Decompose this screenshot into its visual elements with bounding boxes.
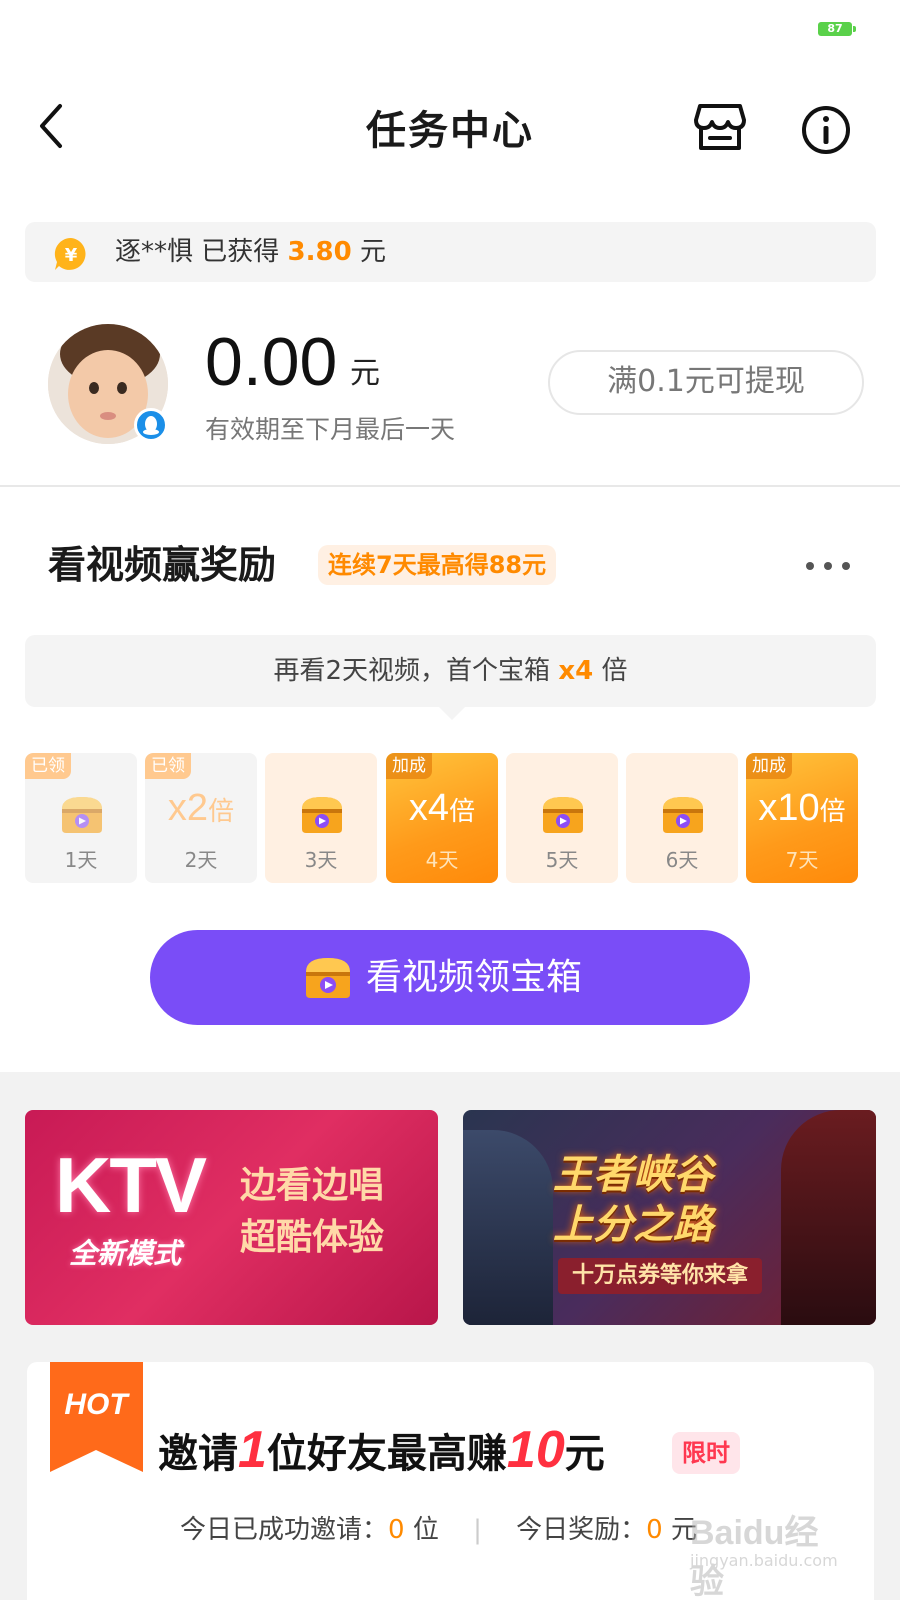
streak-tip: 再看2天视频，首个宝箱 x4 倍 [25, 635, 876, 707]
day-multiplier: x2倍 [145, 787, 257, 830]
game-subtitle: 十万点券等你来拿 [558, 1258, 763, 1294]
day-chest-7[interactable]: 加成 x10倍 7天 [746, 753, 858, 883]
ktv-slogan-line1: 边看边唱 [240, 1165, 385, 1206]
day-multiplier: x4倍 [386, 787, 498, 830]
day-label: 4天 [425, 848, 459, 872]
day-chest-3[interactable]: 3天 [265, 753, 377, 883]
day-multiplier: x10倍 [746, 787, 858, 830]
hero-figure-left [463, 1130, 553, 1325]
invite-title-a: 邀请 [158, 1431, 238, 1477]
day-multiplier-value: x2 [167, 787, 209, 829]
treasure-chest-icon [306, 958, 350, 998]
invite-title-c: 元 [564, 1431, 605, 1477]
day-chest-1[interactable]: 已领 1天 [25, 753, 137, 883]
day-chest-2[interactable]: 已领 x2倍 2天 [145, 753, 257, 883]
day-tag: 加成 [386, 753, 432, 779]
day-label: 7天 [785, 848, 819, 872]
day-label: 3天 [304, 848, 338, 872]
svg-text:¥: ¥ [65, 245, 78, 266]
qq-icon [134, 408, 168, 442]
game-banner[interactable]: 王者峡谷 上分之路 十万点券等你来拿 [463, 1110, 876, 1325]
expire-text: 有效期至下月最后一天 [205, 415, 456, 444]
invite-title: 邀请1位好友最高赚10元 [158, 1420, 605, 1484]
ticker-text: 逐**惧 已获得 3.80 元 [115, 232, 386, 272]
day-label: 6天 [665, 848, 699, 872]
ktv-banner[interactable]: KTV 全新模式 边看边唱 超酷体验 [25, 1110, 438, 1325]
day-multiplier-unit: 倍 [208, 796, 235, 826]
treasure-chest-icon [659, 793, 707, 835]
day-chest-5[interactable]: 5天 [506, 753, 618, 883]
day-label: 2天 [184, 848, 218, 872]
wallet-panel: 0.00 元 有效期至下月最后一天 满0.1元可提现 [0, 300, 900, 485]
baidu-watermark: Baidu经验 jingyan.baidu.com [690, 1505, 850, 1600]
coin-icon: ¥ [54, 237, 86, 270]
day-multiplier-unit: 倍 [449, 796, 476, 826]
day-tag: 已领 [145, 753, 191, 779]
stats-label-invites: 今日已成功邀请： [180, 1515, 389, 1545]
ktv-logo-subtext: 全新模式 [69, 1237, 182, 1270]
hot-ribbon: HOT [50, 1362, 143, 1472]
stats-invites-value: 0 [388, 1515, 405, 1545]
stats-separator: | [473, 1515, 482, 1545]
page-title: 任务中心 [366, 108, 534, 154]
tip-pointer [438, 706, 466, 720]
stats-label-reward: 今日奖励： [516, 1515, 647, 1545]
nav-bar: 任务中心 [0, 80, 900, 170]
watch-video-button[interactable]: 看视频领宝箱 [150, 930, 750, 1025]
ticker-unit: 元 [359, 237, 386, 267]
tip-highlight: x4 [558, 656, 594, 686]
balance-amount: 0.00 [205, 324, 338, 400]
ktv-slogan-line2: 超酷体验 [240, 1217, 385, 1258]
ticker-amount: 3.80 [287, 237, 352, 267]
invite-title-num1: 1 [238, 1421, 267, 1479]
day-label: 1天 [64, 848, 98, 872]
balance-unit: 元 [350, 356, 380, 391]
hero-figure-right [781, 1110, 876, 1325]
daily-chest-row: 已领 1天 已领 x2倍 2天 3天 加成 x4倍 4天 5天 6天 加成 x10倍 7天 [25, 753, 876, 883]
limited-badge: 限时 [672, 1432, 740, 1474]
invite-stats: 今日已成功邀请：0 位 | 今日奖励：0 元 [180, 1510, 697, 1550]
game-title-line2: 上分之路 [553, 1202, 713, 1248]
watermark-url: jingyan.baidu.com [690, 1551, 838, 1570]
day-tag: 加成 [746, 753, 792, 779]
withdraw-button[interactable]: 满0.1元可提现 [548, 350, 864, 415]
reward-badge: 连续7天最高得88元 [318, 545, 557, 585]
earnings-ticker: ¥ 逐**惧 已获得 3.80 元 [25, 222, 876, 282]
watch-video-label: 看视频领宝箱 [366, 957, 583, 998]
game-title-line1: 王者峡谷 [553, 1152, 713, 1198]
more-options-icon[interactable] [806, 556, 850, 576]
ktv-logo-text: KTV [55, 1141, 207, 1229]
treasure-chest-icon [298, 793, 346, 835]
info-icon[interactable] [800, 104, 852, 156]
day-multiplier-value: x10 [758, 787, 820, 829]
day-multiplier-unit: 倍 [819, 796, 846, 826]
day-multiplier-value: x4 [408, 787, 450, 829]
battery-icon: 87 [818, 22, 856, 36]
ticker-user: 逐**惧 已获得 [115, 237, 280, 267]
ktv-logo: KTV 全新模式 [55, 1140, 235, 1290]
treasure-chest-icon [539, 793, 587, 835]
invite-title-num2: 10 [506, 1421, 565, 1479]
ktv-slogan: 边看边唱 超酷体验 [240, 1160, 384, 1264]
treasure-chest-icon [58, 793, 106, 835]
stats-reward-value: 0 [646, 1515, 663, 1545]
tip-prefix: 再看2天视频，首个宝箱 [273, 656, 551, 686]
day-chest-4[interactable]: 加成 x4倍 4天 [386, 753, 498, 883]
store-icon[interactable] [692, 102, 748, 152]
hot-label: HOT [64, 1388, 130, 1421]
day-tag: 已领 [25, 753, 71, 779]
day-label: 5天 [545, 848, 579, 872]
day-chest-6[interactable]: 6天 [626, 753, 738, 883]
tip-suffix: 倍 [601, 656, 628, 686]
status-bar: 87 [0, 0, 900, 60]
game-title: 王者峡谷 上分之路 [553, 1150, 713, 1250]
section-title: 看视频赢奖励 [48, 543, 277, 587]
divider [0, 485, 900, 487]
invite-title-b: 位好友最高赚 [266, 1431, 507, 1477]
stats-invites-unit: 位 [412, 1515, 439, 1545]
